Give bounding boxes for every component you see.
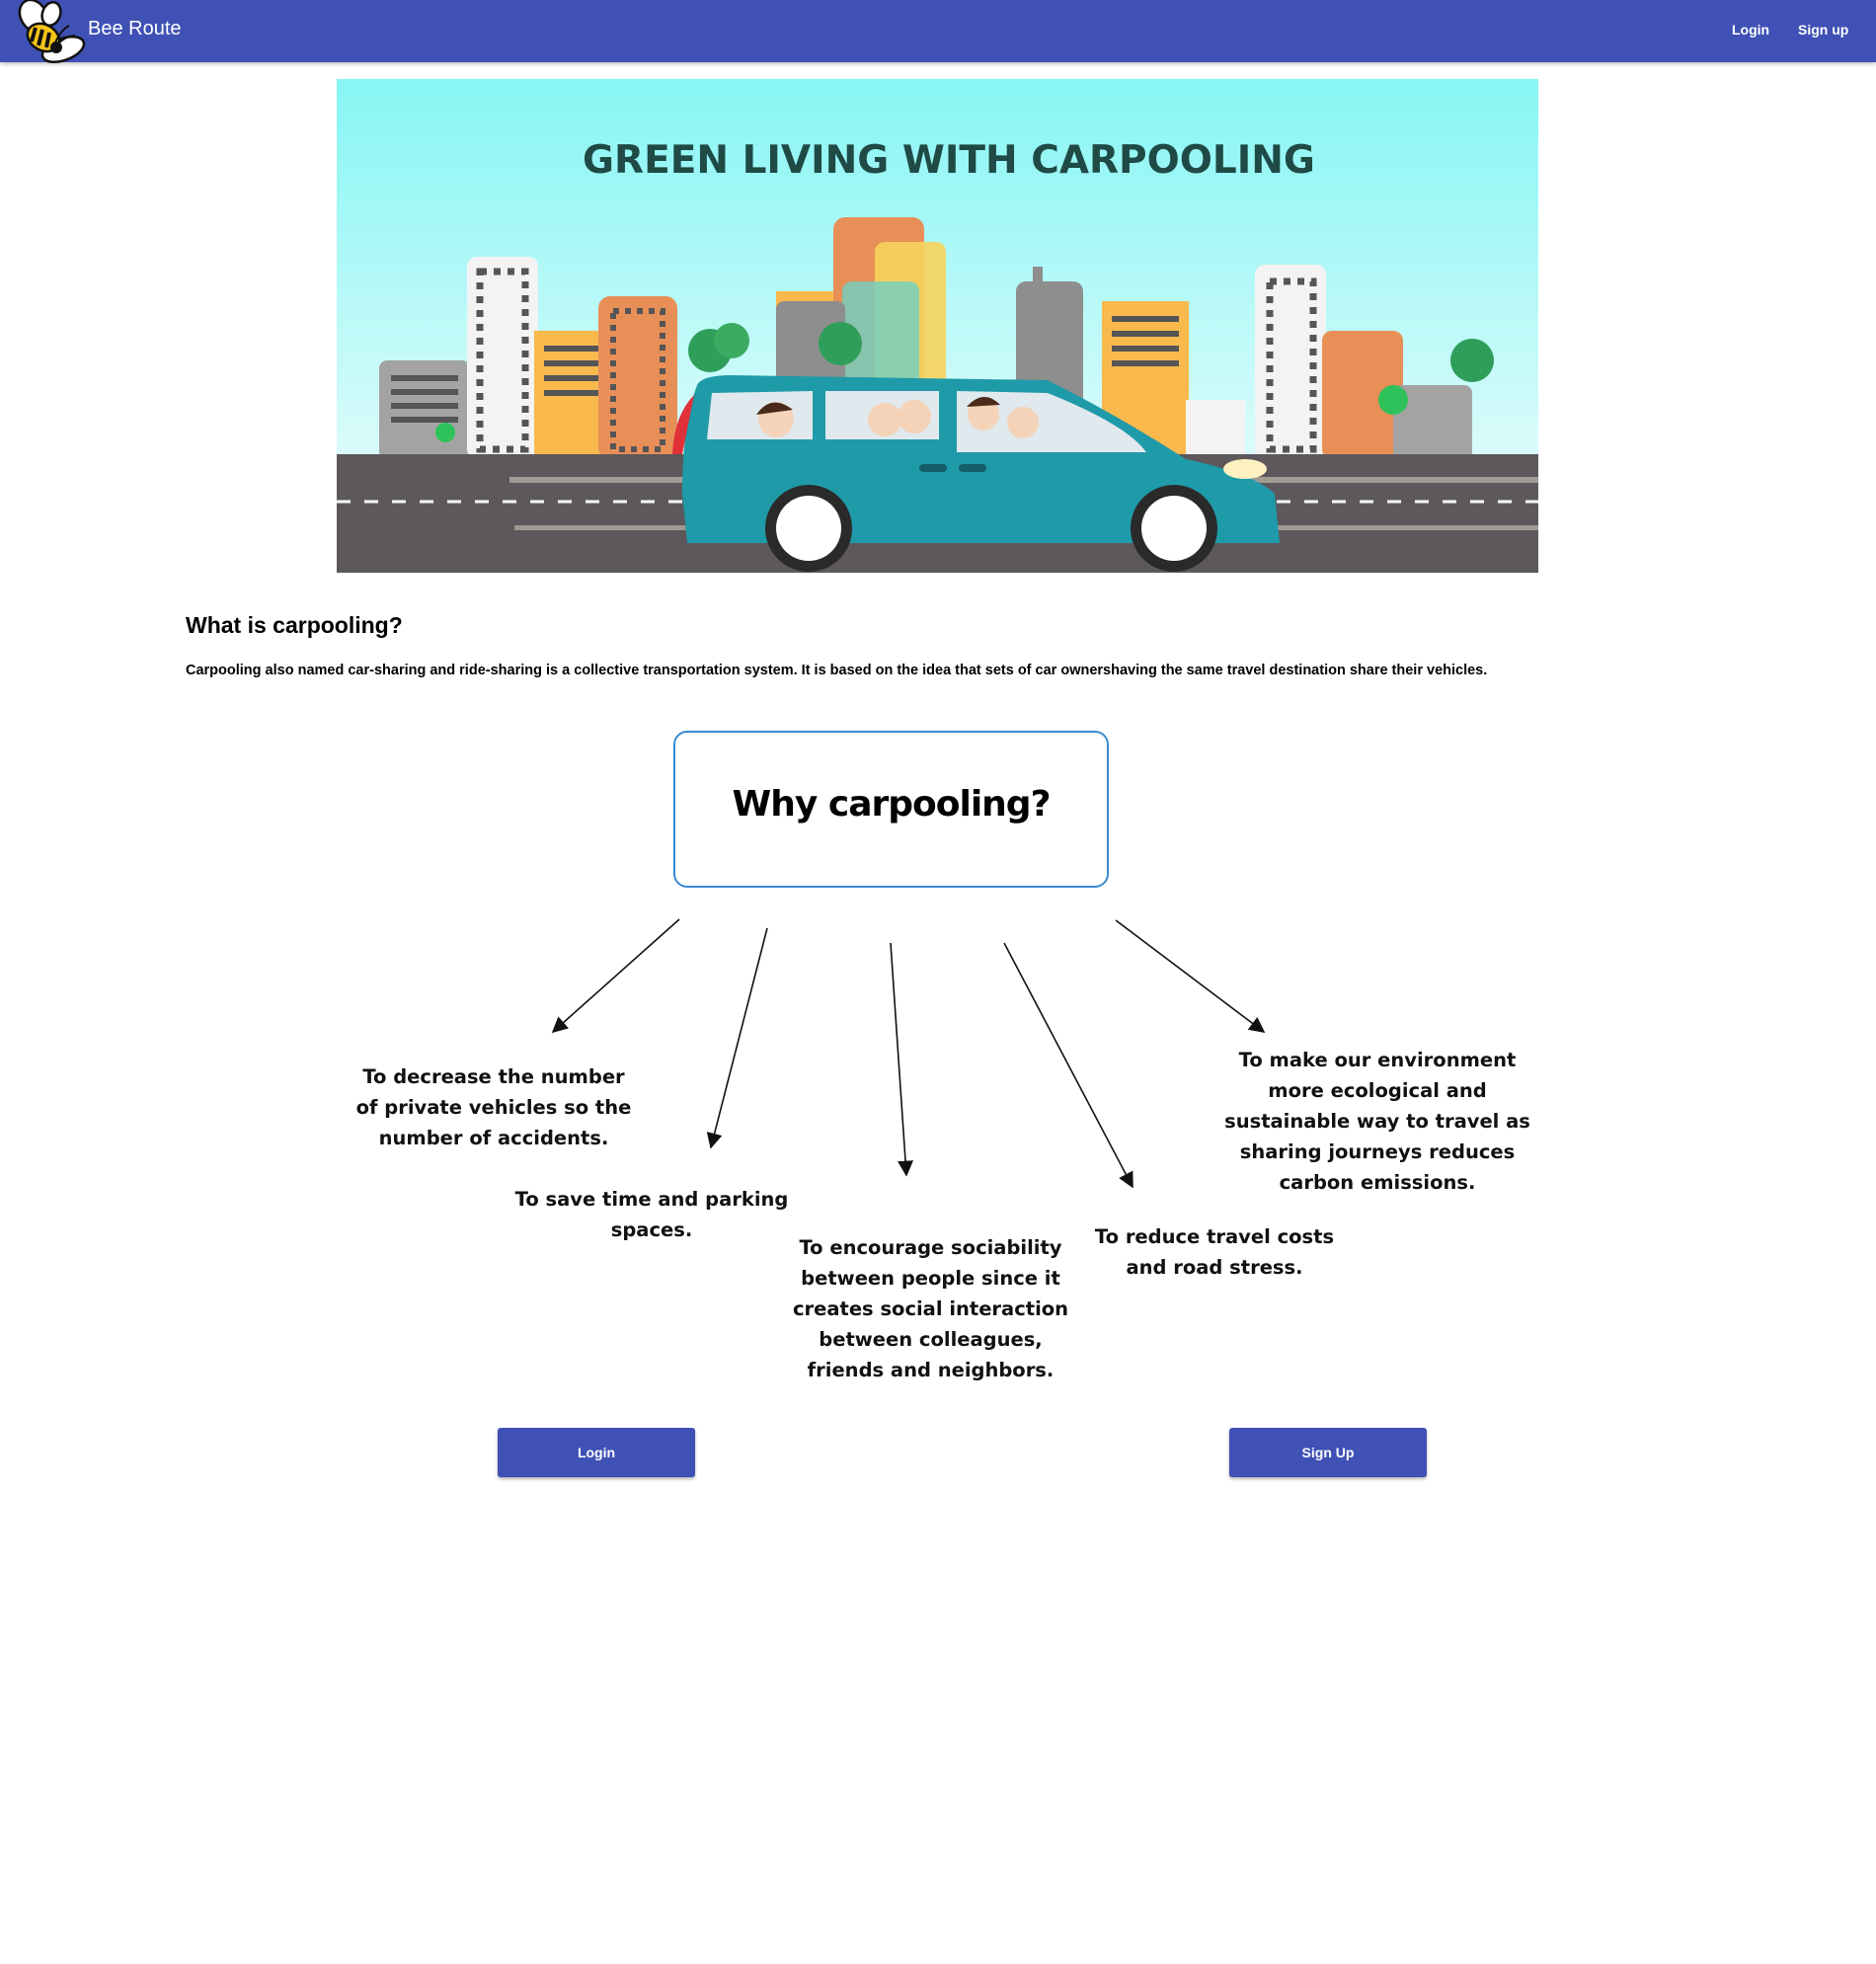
reason-ecological: To make our environment more ecological … (1224, 1049, 1530, 1194)
arrow-5 (1115, 919, 1266, 1033)
hero-title: GREEN LIVING WITH CARPOOLING (583, 138, 1315, 183)
reason-sociability: To encourage sociability between people … (792, 1236, 1069, 1381)
arrow-2 (706, 927, 768, 1149)
why-carpooling-diagram: Why carpooling? To decrease the number o… (326, 726, 1550, 1392)
reason-save-time: To save time and parking spaces. (514, 1188, 789, 1241)
why-carpooling-box: Why carpooling? (673, 731, 1109, 888)
why-carpooling-title: Why carpooling? (732, 784, 1052, 825)
signup-button[interactable]: Sign Up (1229, 1428, 1427, 1477)
reason-decrease-vehicles: To decrease the number of private vehicl… (355, 1065, 632, 1149)
section-description: Carpooling also named car-sharing and ri… (186, 663, 1488, 678)
top-app-bar: Bee Route Login Sign up (0, 0, 1876, 64)
reason-reduce-costs: To reduce travel costs and road stress. (1094, 1225, 1335, 1279)
nav-login-link[interactable]: Login (1732, 22, 1769, 38)
arrow-4 (1003, 942, 1133, 1189)
login-button[interactable]: Login (498, 1428, 695, 1477)
nav-signup-link[interactable]: Sign up (1798, 22, 1848, 38)
bee-logo-icon[interactable] (12, 0, 91, 71)
section-heading: What is carpooling? (186, 612, 403, 638)
hero-banner-image: GREEN LIVING WITH CARPOOLING (337, 79, 1538, 573)
brand-name[interactable]: Bee Route (88, 18, 182, 40)
arrow-1 (551, 918, 680, 1034)
arrow-3 (890, 942, 914, 1177)
